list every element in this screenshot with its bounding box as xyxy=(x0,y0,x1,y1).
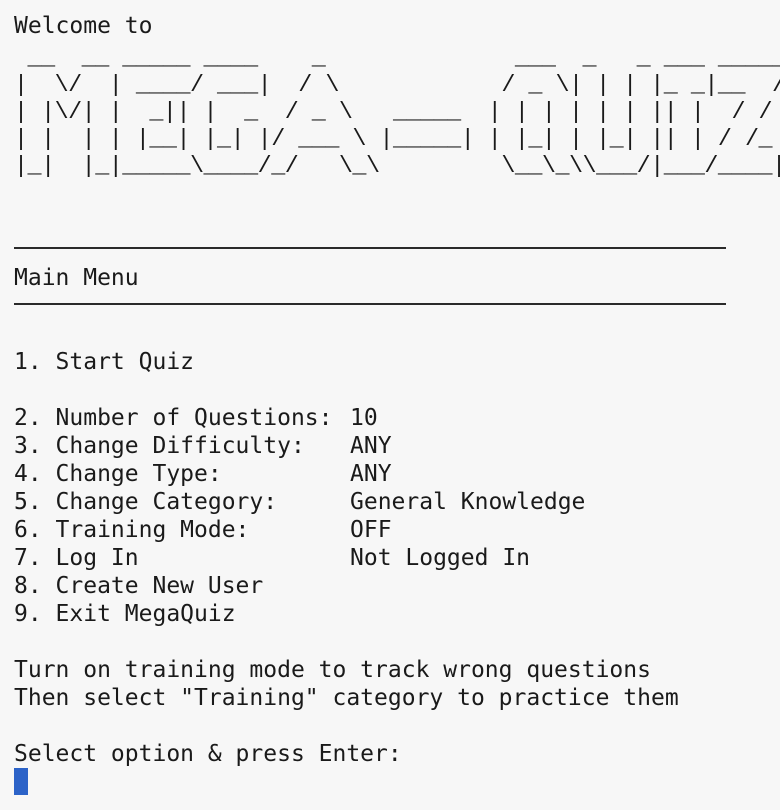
number-of-questions-value: 10 xyxy=(350,405,378,431)
menu-item-log-in[interactable]: 7. Log In xyxy=(14,544,139,572)
menu-divider-top xyxy=(14,247,726,249)
type-value: ANY xyxy=(350,461,392,487)
menu-title: Main Menu xyxy=(14,265,139,291)
login-status-value: Not Logged In xyxy=(350,545,531,571)
training-hint-line-1: Turn on training mode to track wrong que… xyxy=(14,657,651,683)
megaquiz-ascii-banner: __ __ _____ ____ _ ___ _ _ ___ _____ | \… xyxy=(14,46,780,180)
text-cursor[interactable] xyxy=(14,768,28,795)
menu-item-change-difficulty[interactable]: 3. Change Difficulty: xyxy=(14,432,305,460)
terminal-window: Welcome to __ __ _____ ____ _ ___ _ _ __… xyxy=(0,0,780,810)
welcome-text: Welcome to xyxy=(14,13,153,39)
difficulty-value: ANY xyxy=(350,433,392,459)
menu-item-change-type[interactable]: 4. Change Type: xyxy=(14,460,222,488)
menu-item-training-mode[interactable]: 6. Training Mode: xyxy=(14,516,249,544)
select-option-prompt: Select option & press Enter: xyxy=(14,741,402,767)
menu-item-change-category[interactable]: 5. Change Category: xyxy=(14,488,277,516)
training-mode-value: OFF xyxy=(350,517,392,543)
menu-item-number-of-questions[interactable]: 2. Number of Questions: xyxy=(14,404,333,432)
menu-item-create-new-user[interactable]: 8. Create New User xyxy=(14,572,263,600)
menu-item-start-quiz[interactable]: 1. Start Quiz xyxy=(14,348,194,376)
category-value: General Knowledge xyxy=(350,489,586,515)
menu-item-exit[interactable]: 9. Exit MegaQuiz xyxy=(14,600,236,628)
training-hint-line-2: Then select "Training" category to pract… xyxy=(14,685,679,711)
menu-divider-bottom xyxy=(14,303,726,305)
